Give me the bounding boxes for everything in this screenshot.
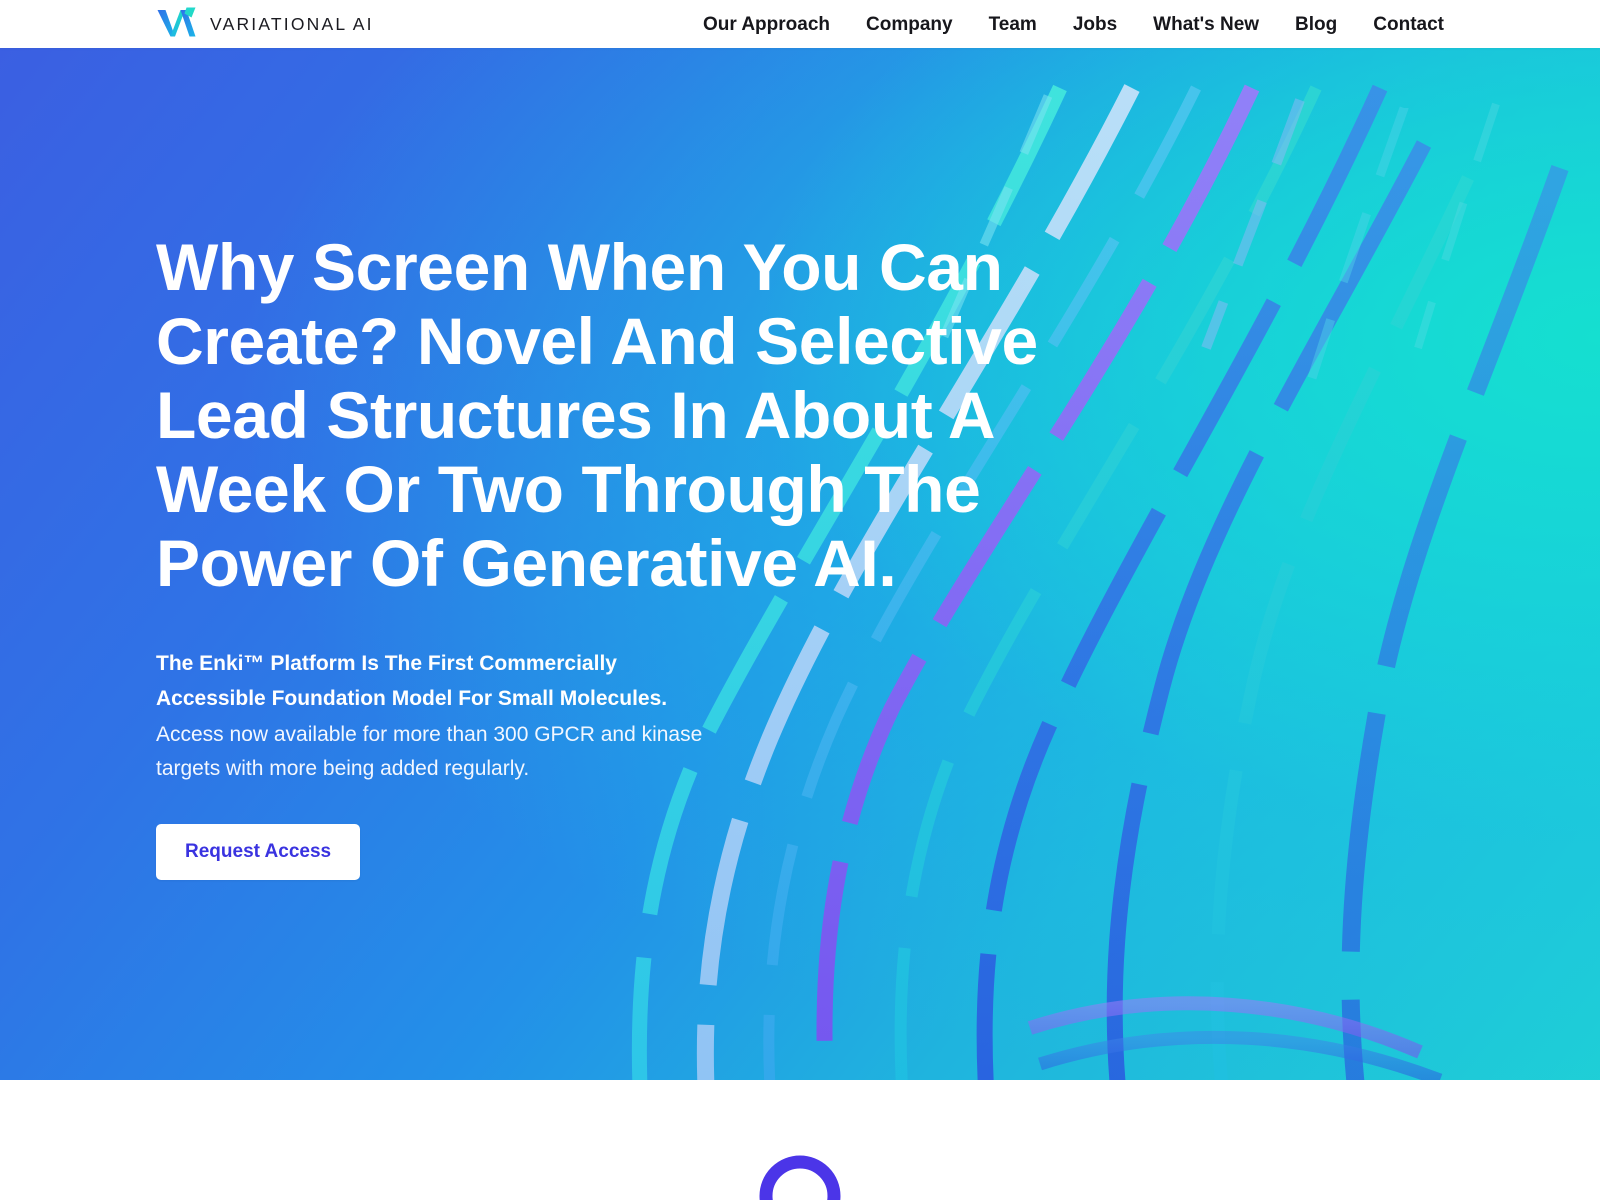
nav-item-jobs[interactable]: Jobs <box>1073 15 1117 34</box>
brand-name: VARIATIONAL AI <box>210 13 374 34</box>
below-fold-section <box>0 1080 1600 1200</box>
site-header: VARIATIONAL AI Our Approach Company Team… <box>0 0 1600 48</box>
brand-logo-link[interactable]: VARIATIONAL AI <box>156 7 374 41</box>
nav-item-whats-new[interactable]: What's New <box>1153 15 1259 34</box>
nav-item-our-approach[interactable]: Our Approach <box>703 15 830 34</box>
main-navigation: Our Approach Company Team Jobs What's Ne… <box>703 15 1444 34</box>
variational-ai-monogram-icon <box>156 7 198 41</box>
nav-item-company[interactable]: Company <box>866 15 953 34</box>
request-access-button[interactable]: Request Access <box>156 824 361 880</box>
nav-item-team[interactable]: Team <box>989 15 1037 34</box>
nav-item-blog[interactable]: Blog <box>1295 15 1337 34</box>
hero-title: Why Screen When You Can Create? Novel An… <box>156 230 1038 600</box>
hero-subtitle: Access now available for more than 300 G… <box>156 723 703 780</box>
hero-subtitle-strong: The Enki™ Platform Is The First Commerci… <box>156 652 668 710</box>
nav-item-contact[interactable]: Contact <box>1373 15 1444 34</box>
loading-ring-icon <box>758 1154 842 1200</box>
hero-section: Why Screen When You Can Create? Novel An… <box>0 48 1600 1080</box>
hero-content: Why Screen When You Can Create? Novel An… <box>0 48 1600 880</box>
